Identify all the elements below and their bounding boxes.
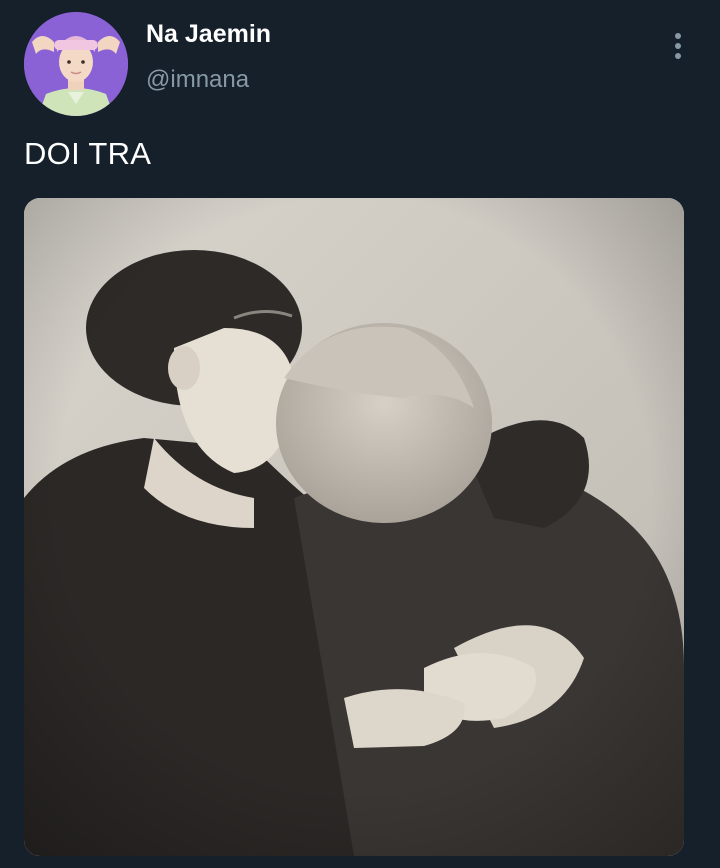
photo-image xyxy=(24,198,684,856)
avatar-photo-icon xyxy=(24,12,128,116)
author-handle[interactable]: @imnana xyxy=(146,66,249,94)
tweet-photo[interactable] xyxy=(24,198,684,856)
more-icon-dot xyxy=(675,53,681,59)
tweet-text: DOI TRA xyxy=(24,136,152,171)
more-icon-dot xyxy=(675,33,681,39)
more-options-button[interactable] xyxy=(662,26,694,66)
more-icon-dot xyxy=(675,43,681,49)
tweet: Na Jaemin @imnana DOI TRA xyxy=(0,0,720,868)
author-display-name[interactable]: Na Jaemin xyxy=(146,20,271,49)
author-avatar[interactable] xyxy=(24,12,128,116)
